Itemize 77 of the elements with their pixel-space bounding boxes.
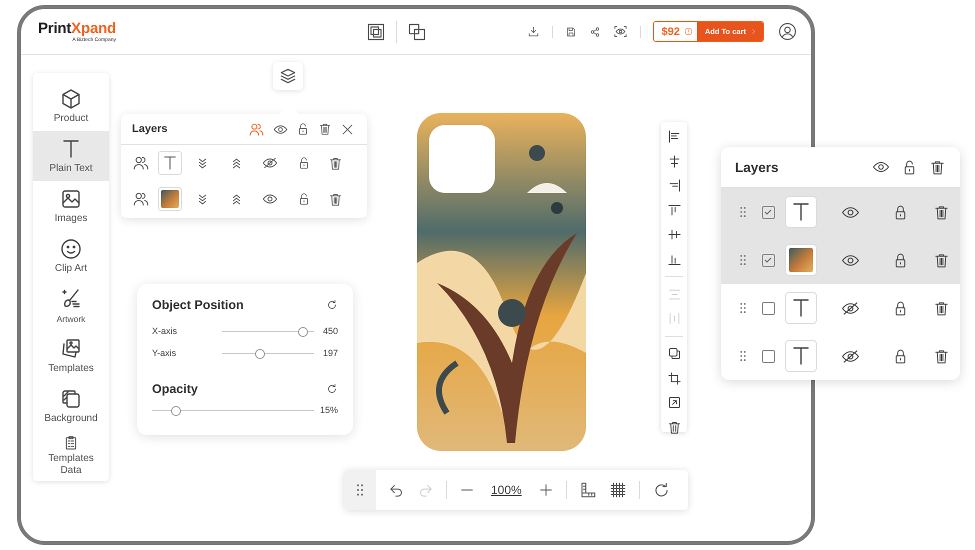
- delete-icon[interactable]: [666, 420, 682, 434]
- price-amount: $92: [660, 26, 681, 38]
- resize-icon[interactable]: [666, 395, 682, 410]
- send-backward-icon[interactable]: [406, 22, 427, 42]
- close-icon[interactable]: [340, 122, 355, 136]
- layer-thumbnail[interactable]: [785, 244, 817, 276]
- crop-icon[interactable]: [666, 370, 682, 386]
- delete-icon[interactable]: [932, 204, 950, 220]
- share-icon[interactable]: [588, 26, 601, 38]
- slider-label: X-axis: [152, 326, 178, 336]
- sidebar-item[interactable]: Templates: [33, 331, 109, 381]
- layers-toggle-button[interactable]: [273, 62, 303, 90]
- slider-value: 15%: [318, 405, 338, 415]
- user-account-icon[interactable]: [778, 22, 797, 41]
- sidebar-item[interactable]: Artwork: [33, 281, 109, 331]
- align-top-icon[interactable]: [666, 202, 682, 218]
- zoom-level[interactable]: 100%: [487, 483, 526, 497]
- layer-checkbox[interactable]: [762, 206, 774, 218]
- align-middle-icon[interactable]: [666, 227, 682, 242]
- delete-icon[interactable]: [328, 192, 342, 206]
- save-icon[interactable]: [564, 26, 577, 38]
- align-right-icon[interactable]: [666, 178, 682, 193]
- brand-logo: PrintXpand: [38, 20, 116, 36]
- slider-value: 197: [322, 348, 338, 358]
- duplicate-icon[interactable]: [666, 346, 682, 361]
- delete-icon[interactable]: [318, 122, 332, 136]
- chevron-right-icon: [750, 28, 757, 35]
- reset-icon[interactable]: [326, 383, 338, 395]
- group-icon[interactable]: [248, 120, 265, 138]
- slider-thumb[interactable]: [298, 326, 308, 336]
- delete-icon[interactable]: [932, 252, 950, 268]
- preview-icon[interactable]: [612, 24, 628, 39]
- sidebar-item[interactable]: Clip Art: [33, 231, 109, 281]
- delete-icon[interactable]: [932, 348, 950, 364]
- ruler-icon[interactable]: [578, 481, 597, 499]
- group-icon[interactable]: [132, 190, 150, 208]
- panel-title: Layers: [132, 123, 168, 135]
- layer-thumbnail[interactable]: [785, 196, 817, 228]
- layer-checkbox[interactable]: [762, 350, 774, 362]
- layer-thumbnail[interactable]: [158, 187, 182, 211]
- checkmark-icon: [763, 207, 773, 217]
- sidebar-item[interactable]: Images: [33, 181, 109, 231]
- sidebar-item[interactable]: Background: [33, 381, 109, 431]
- sidebar-item[interactable]: Plain Text: [33, 131, 109, 181]
- section-title: Opacity: [152, 382, 198, 396]
- smiley-icon: [59, 237, 83, 261]
- align-left-icon[interactable]: [666, 129, 682, 144]
- unlock-icon[interactable]: [297, 156, 311, 170]
- grid-icon[interactable]: [608, 481, 627, 499]
- delete-icon[interactable]: [929, 158, 946, 176]
- layer-checkbox[interactable]: [762, 302, 774, 314]
- reset-icon[interactable]: [326, 299, 338, 311]
- section-title: Object Position: [152, 298, 244, 312]
- info-icon[interactable]: [684, 27, 693, 36]
- bring-to-front-icon[interactable]: [366, 22, 386, 42]
- panel-title: Layers: [735, 160, 779, 174]
- layer-thumbnail[interactable]: [785, 292, 817, 324]
- unlock-icon[interactable]: [296, 122, 310, 136]
- delete-icon[interactable]: [932, 300, 950, 316]
- slider-thumb[interactable]: [171, 406, 182, 416]
- eye-off-icon[interactable]: [262, 155, 278, 171]
- group-icon[interactable]: [132, 154, 150, 172]
- layer-thumbnail[interactable]: [785, 340, 817, 372]
- zoom-in-icon[interactable]: [538, 482, 554, 498]
- layer-thumbnail[interactable]: [158, 151, 182, 175]
- layer-row[interactable]: [721, 236, 960, 284]
- unlock-icon[interactable]: [297, 192, 311, 206]
- slider-thumb[interactable]: [254, 348, 265, 358]
- delete-icon[interactable]: [328, 156, 342, 170]
- slider-value: 450: [322, 326, 338, 336]
- checkmark-icon: [763, 255, 773, 265]
- sidebar-item[interactable]: Product: [33, 81, 109, 131]
- sidebar-item[interactable]: Templates Data: [33, 431, 109, 481]
- layers-icon: [278, 66, 298, 86]
- slider-label: Y-axis: [152, 348, 178, 358]
- layer-checkbox[interactable]: [762, 254, 774, 266]
- download-icon[interactable]: [526, 25, 540, 38]
